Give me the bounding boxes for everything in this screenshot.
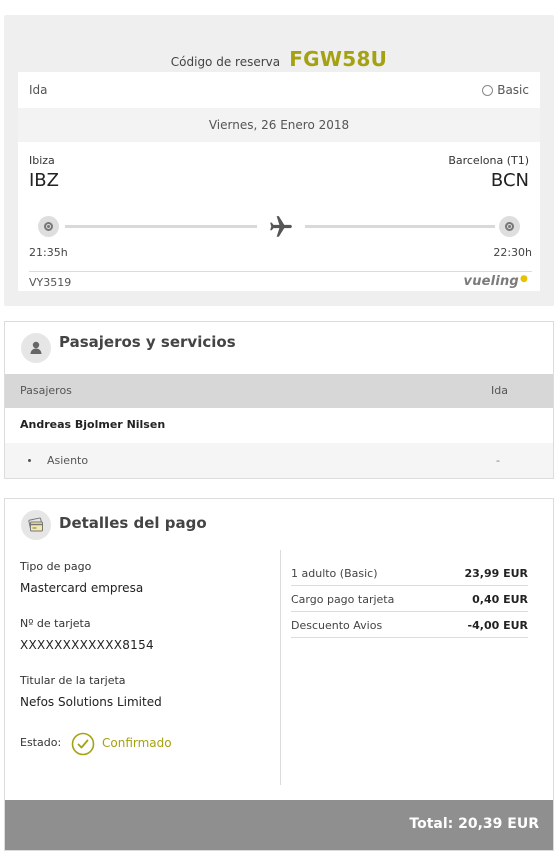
radio-icon[interactable] bbox=[482, 84, 494, 96]
payment-type-label: Tipo de pago bbox=[20, 560, 92, 573]
price-row: Descuento Avios -4,00 EUR bbox=[291, 612, 528, 638]
payment-type-value: Mastercard empresa bbox=[20, 581, 144, 595]
card-holder-label: Titular de la tarjeta bbox=[20, 674, 126, 687]
payment-card-icon bbox=[21, 510, 51, 540]
price-row: 1 adulto (Basic) 23,99 EUR bbox=[291, 560, 528, 586]
price-row: Cargo pago tarjeta 0,40 EUR bbox=[291, 586, 528, 612]
flight-date: Viernes, 26 Enero 2018 bbox=[18, 108, 540, 142]
price-value: 0,40 EUR bbox=[472, 593, 528, 606]
arrival-time: 22:30h bbox=[493, 246, 532, 259]
reservation-code-label: Código de reserva bbox=[170, 55, 281, 69]
card-holder-value: Nefos Solutions Limited bbox=[20, 695, 162, 709]
check-circle-icon bbox=[71, 732, 95, 756]
origin-node-icon bbox=[38, 216, 59, 237]
passengers-table-header: Pasajeros Ida bbox=[5, 374, 553, 408]
plane-icon bbox=[270, 216, 292, 237]
vertical-divider bbox=[280, 550, 281, 785]
column-header-ida: Ida bbox=[491, 384, 508, 397]
flight-direction: Ida bbox=[29, 83, 48, 97]
total-bar: Total: 20,39 EUR bbox=[5, 800, 553, 850]
card-number-value: XXXXXXXXXXXX8154 bbox=[20, 638, 154, 652]
departure-time: 21:35h bbox=[29, 246, 68, 259]
column-header-passengers: Pasajeros bbox=[20, 384, 72, 397]
service-value: - bbox=[496, 454, 500, 467]
fare-label: Basic bbox=[497, 83, 529, 97]
route-line-left bbox=[65, 225, 257, 228]
origin-city: Ibiza bbox=[29, 154, 55, 167]
reservation-card: Código de reserva FGW58U Ida Basic Viern… bbox=[4, 15, 554, 306]
price-value: 23,99 EUR bbox=[464, 567, 528, 580]
card-number-label: Nº de tarjeta bbox=[20, 617, 91, 630]
passengers-section: Pasajeros y servicios Pasajeros Ida Andr… bbox=[4, 321, 554, 479]
price-label: Cargo pago tarjeta bbox=[291, 593, 395, 606]
passengers-title: Pasajeros y servicios bbox=[59, 333, 236, 351]
payment-title: Detalles del pago bbox=[59, 514, 207, 532]
airline-logo: vueling● bbox=[463, 274, 528, 289]
price-label: 1 adulto (Basic) bbox=[291, 567, 378, 580]
reservation-code: FGW58U bbox=[289, 47, 388, 71]
status-value: Confirmado bbox=[102, 736, 172, 750]
reservation-code-line: Código de reserva FGW58U bbox=[4, 47, 554, 71]
flight-number: VY3519 bbox=[29, 276, 72, 289]
service-name: Asiento bbox=[47, 454, 89, 467]
passenger-icon bbox=[21, 333, 51, 363]
destination-city: Barcelona (T1) bbox=[448, 154, 529, 167]
bullet bbox=[28, 459, 31, 462]
fare-option[interactable]: Basic bbox=[482, 83, 529, 97]
airline-name: vueling bbox=[463, 274, 519, 289]
total-amount: Total: 20,39 EUR bbox=[409, 816, 539, 832]
flight-card: Ida Basic Viernes, 26 Enero 2018 Ibiza B… bbox=[18, 72, 540, 291]
service-row: Asiento - bbox=[5, 443, 553, 478]
status-label: Estado: bbox=[20, 736, 62, 749]
origin-code: IBZ bbox=[29, 170, 59, 191]
route-line-right bbox=[305, 225, 495, 228]
divider bbox=[29, 271, 532, 272]
destination-code: BCN bbox=[490, 170, 529, 191]
payment-section: Detalles del pago Tipo de pago Mastercar… bbox=[4, 498, 554, 851]
destination-node-icon bbox=[499, 216, 520, 237]
price-label: Descuento Avios bbox=[291, 619, 383, 632]
price-value: -4,00 EUR bbox=[467, 619, 528, 632]
passenger-name: Andreas Bjolmer Nilsen bbox=[20, 418, 166, 431]
